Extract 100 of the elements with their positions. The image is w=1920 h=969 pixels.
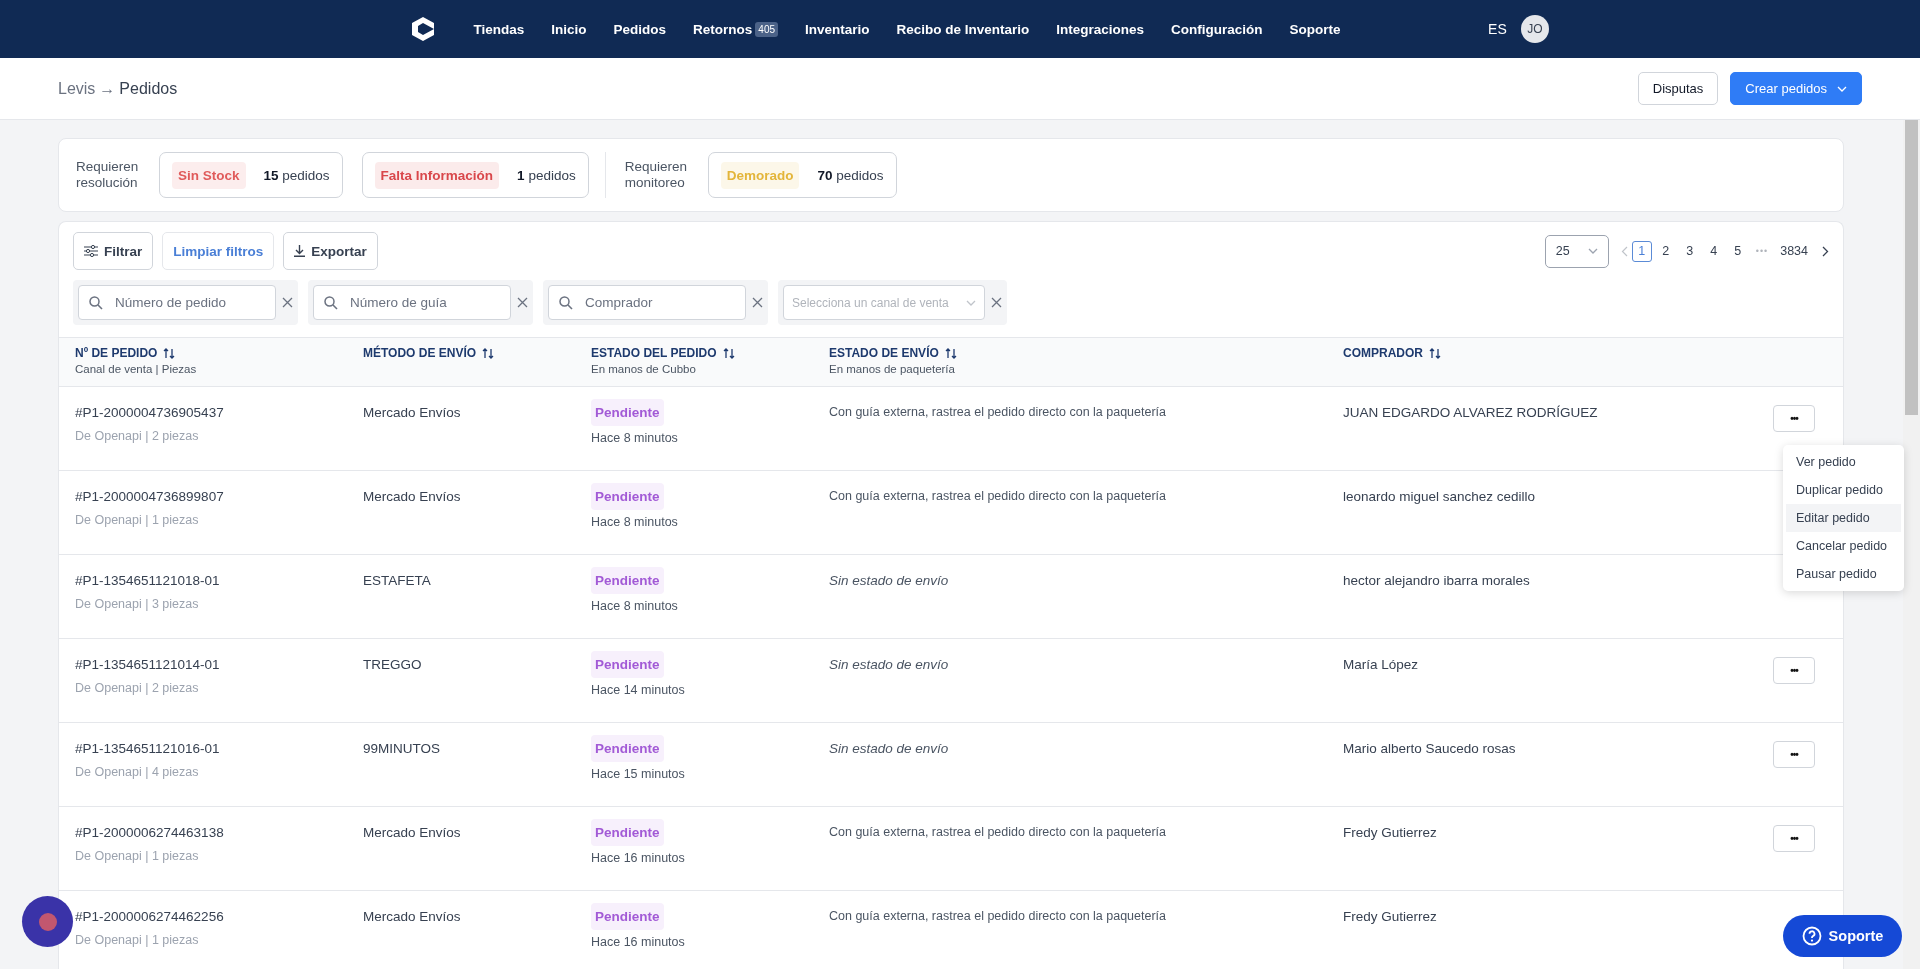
order-number[interactable]: #P1-1354651121016-01	[75, 741, 220, 756]
chat-launcher[interactable]	[22, 896, 73, 947]
filter-button[interactable]: Filtrar	[73, 232, 154, 270]
column-header[interactable]: ESTADO DEL PEDIDO	[591, 346, 829, 360]
scrollbar[interactable]	[1903, 120, 1920, 969]
status-summary[interactable]: Falta Información 1 pedidos	[361, 152, 589, 198]
clear-icon[interactable]	[991, 297, 1002, 308]
status-tag: Demorado	[720, 161, 800, 189]
clear-icon[interactable]	[282, 297, 293, 308]
column-header[interactable]: COMPRADOR	[1343, 346, 1773, 360]
menu-item[interactable]: Duplicar pedido	[1786, 476, 1901, 504]
status-tag: Pendiente	[591, 399, 664, 426]
nav-link[interactable]: Configuración	[1157, 21, 1277, 37]
column-header[interactable]: Nº DE PEDIDO	[75, 346, 363, 360]
order-number[interactable]: #P1-2000006274463138	[75, 825, 224, 840]
search-field[interactable]: Número de guía	[313, 285, 511, 320]
column-header[interactable]: MÉTODO DE ENVÍO	[363, 346, 591, 360]
nav-link[interactable]: Soporte	[1276, 21, 1355, 37]
status-summary[interactable]: Demorado 70 pedidos	[707, 152, 897, 198]
nav-link[interactable]: Integraciones	[1042, 21, 1158, 37]
column-header[interactable]: ESTADO DE ENVÍO	[829, 346, 1343, 360]
status-time: Hace 16 minutos	[591, 935, 685, 949]
breadcrumb-link[interactable]: Levis	[58, 79, 96, 98]
next-page-icon[interactable]	[1822, 245, 1829, 257]
sort-icon[interactable]	[482, 347, 495, 359]
actions-button[interactable]: •••	[1773, 741, 1815, 768]
secondary-button[interactable]: Disputas	[1637, 72, 1719, 105]
buyer-name: Fredy Gutierrez	[1343, 825, 1437, 840]
order-origin: De Openapi | 1 piezas	[75, 933, 199, 947]
page-link[interactable]: 1	[1631, 240, 1652, 262]
status-time: Hace 16 minutos	[591, 851, 685, 865]
chevron-down-icon	[1837, 85, 1847, 92]
shipping-method: TREGGO	[363, 657, 422, 672]
menu-item[interactable]: Editar pedido	[1786, 504, 1901, 532]
actions-button[interactable]: •••	[1773, 657, 1815, 684]
menu-item[interactable]: Ver pedido	[1786, 448, 1901, 476]
export-button[interactable]: Exportar	[283, 232, 378, 270]
logo[interactable]	[412, 17, 434, 41]
sort-icon[interactable]	[1429, 347, 1441, 359]
order-count: 1 pedidos	[517, 167, 576, 183]
order-number[interactable]: #P1-1354651121014-01	[75, 657, 220, 672]
menu-item[interactable]: Pausar pedido	[1786, 560, 1901, 588]
page-link[interactable]: 2	[1655, 240, 1676, 262]
status-tag: Pendiente	[591, 735, 664, 762]
order-number[interactable]: #P1-2000004736905437	[75, 405, 224, 420]
status-tag: Pendiente	[591, 819, 664, 846]
search-field[interactable]: Comprador	[548, 285, 746, 320]
buyer-name: Fredy Gutierrez	[1343, 909, 1437, 924]
actions-button[interactable]: •••	[1773, 405, 1815, 432]
search-field[interactable]: Número de pedido	[78, 285, 276, 320]
order-number[interactable]: #P1-1354651121018-01	[75, 573, 220, 588]
nav-link[interactable]: Tiendas	[460, 21, 538, 37]
order-number[interactable]: #P1-2000004736899807	[75, 489, 224, 504]
nav-link[interactable]: Pedidos	[600, 21, 680, 37]
order-origin: De Openapi | 2 piezas	[75, 681, 199, 695]
actions-button[interactable]: •••	[1773, 825, 1815, 852]
sort-icon[interactable]	[944, 347, 957, 359]
buyer-name: hector alejandro ibarra morales	[1343, 573, 1530, 588]
page-link[interactable]: 3834	[1776, 240, 1812, 262]
status-tag: Pendiente	[591, 567, 664, 594]
create-button[interactable]: Crear pedidos	[1730, 72, 1862, 105]
sort-icon[interactable]	[722, 347, 735, 359]
order-origin: De Openapi | 3 piezas	[75, 597, 199, 611]
status-summary[interactable]: Sin Stock 15 pedidos	[159, 152, 343, 198]
shipping-status: Con guía externa, rastrea el pedido directo con la paquetería	[829, 489, 1167, 503]
page-link[interactable]: 4	[1703, 240, 1724, 262]
shipping-status: Sin estado de envío	[829, 573, 949, 588]
nav-link[interactable]: Inicio	[537, 21, 601, 37]
order-origin: De Openapi | 2 piezas	[75, 429, 199, 443]
shipping-method: Mercado Envíos	[363, 825, 461, 840]
column-subtitle: En manos de paquetería	[829, 363, 956, 375]
order-origin: De Openapi | 1 piezas	[75, 849, 199, 863]
page-title: Pedidos	[119, 79, 178, 98]
menu-item[interactable]: Cancelar pedido	[1786, 532, 1901, 560]
sort-icon[interactable]	[163, 347, 176, 359]
nav-link[interactable]: Recibo de Inventario	[883, 21, 1043, 37]
shipping-method: 99MINUTOS	[363, 741, 441, 756]
user-avatar[interactable]: JO	[1520, 15, 1549, 43]
column-subtitle: Canal de venta | Piezas	[75, 363, 198, 375]
shipping-status: Con guía externa, rastrea el pedido directo con la paquetería	[829, 909, 1167, 923]
group-label: Requieren monitoreo	[624, 159, 688, 191]
order-number[interactable]: #P1-2000006274462256	[75, 909, 224, 924]
support-button[interactable]: Soporte	[1783, 915, 1902, 957]
language-selector[interactable]: ES	[1488, 21, 1507, 37]
status-tag: Pendiente	[591, 483, 664, 510]
page-link[interactable]: 3	[1679, 240, 1700, 262]
clear-filters-button[interactable]: Limpiar filtros	[162, 232, 275, 270]
count-badge: 405	[755, 21, 778, 37]
status-tag: Sin Stock	[172, 161, 246, 189]
page-size-select[interactable]: 25	[1544, 234, 1609, 268]
page-link[interactable]: 5	[1727, 240, 1748, 262]
shipping-method: ESTAFETA	[363, 573, 431, 588]
clear-icon[interactable]	[752, 297, 763, 308]
nav-link[interactable]: Retornos 405	[679, 21, 792, 37]
nav-link[interactable]: Inventario	[791, 21, 884, 37]
pagination-ellipsis: •••	[1754, 246, 1770, 256]
clear-icon[interactable]	[517, 297, 528, 308]
status-time: Hace 8 minutos	[591, 431, 678, 445]
column-subtitle: En manos de Cubbo	[591, 363, 697, 375]
status-time: Hace 14 minutos	[591, 683, 685, 697]
